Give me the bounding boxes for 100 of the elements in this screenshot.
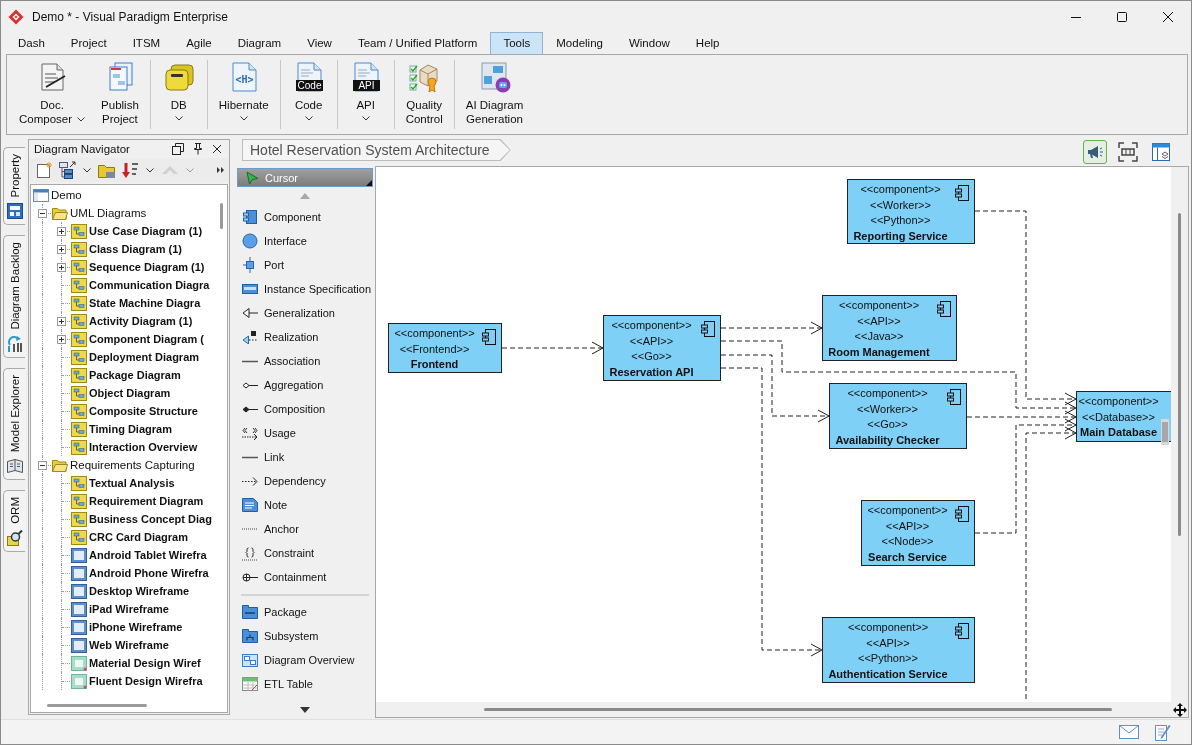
overflow-icon[interactable] bbox=[217, 167, 225, 173]
palette-tool[interactable]: Constraint bbox=[235, 541, 375, 565]
tree-item[interactable]: Object Diagram bbox=[89, 387, 171, 399]
palette-tool[interactable]: Link bbox=[235, 445, 375, 469]
side-tab[interactable]: ORM bbox=[3, 490, 25, 553]
expand-icon[interactable] bbox=[57, 335, 66, 344]
megaphone-icon[interactable] bbox=[1083, 140, 1107, 164]
collapse-icon[interactable] bbox=[38, 461, 47, 470]
tree-item[interactable]: Use Case Diagram (1) bbox=[89, 225, 203, 237]
ribbon-button[interactable]: DB bbox=[153, 58, 204, 131]
diagram-icon bbox=[71, 475, 87, 491]
tree-item[interactable]: Demo bbox=[51, 189, 82, 201]
menu-tab[interactable]: ITSM bbox=[119, 32, 174, 54]
palette-tool[interactable]: Aggregation bbox=[235, 373, 375, 397]
palette-tool[interactable]: Realization bbox=[235, 325, 375, 349]
grip-icon[interactable] bbox=[1161, 419, 1169, 445]
menu-tab[interactable]: View bbox=[294, 32, 345, 54]
palette-tool[interactable]: Diagram Overview bbox=[235, 648, 375, 672]
menu-tab[interactable]: Modeling bbox=[543, 32, 616, 54]
menu-tab[interactable]: Dash bbox=[5, 32, 58, 54]
new-page-icon[interactable] bbox=[35, 161, 53, 179]
hierarchy-icon[interactable] bbox=[58, 161, 76, 179]
ribbon-button[interactable]: Doc. Composer bbox=[11, 58, 94, 131]
tree-item[interactable]: Interaction Overview bbox=[89, 441, 198, 453]
menu-tab[interactable]: Agile bbox=[173, 32, 225, 54]
tree-item[interactable]: Fluent Design Wirefra bbox=[89, 675, 203, 687]
palette-tool[interactable]: Usage bbox=[235, 421, 375, 445]
tree-item[interactable]: Timing Diagram bbox=[89, 423, 172, 435]
palette-tool[interactable]: Generalization bbox=[235, 301, 375, 325]
sort-icon[interactable] bbox=[121, 161, 139, 179]
ribbon-button[interactable]: Quality Control bbox=[397, 58, 451, 131]
side-tab[interactable]: Diagram Backlog bbox=[3, 235, 25, 359]
side-tab[interactable]: Property bbox=[3, 147, 25, 226]
scrollbar-thumb[interactable] bbox=[1178, 213, 1181, 536]
palette-tool[interactable]: Component bbox=[235, 205, 375, 229]
expand-icon[interactable] bbox=[57, 245, 66, 254]
collapse-icon[interactable] bbox=[38, 209, 47, 218]
palette-tool[interactable]: Package bbox=[235, 600, 375, 624]
tree-item[interactable]: iPad Wireframe bbox=[89, 603, 169, 615]
move-icon[interactable] bbox=[1172, 702, 1187, 717]
side-tab[interactable]: Model Explorer bbox=[3, 368, 25, 481]
diagram-thumbnail-icon bbox=[242, 652, 258, 668]
tree-item[interactable]: Package Diagram bbox=[89, 369, 181, 381]
tree-item[interactable]: Sequence Diagram (1) bbox=[89, 261, 205, 273]
tree-item[interactable]: iPhone Wireframe bbox=[89, 621, 183, 633]
tree-item[interactable]: Requirements Capturing bbox=[70, 459, 195, 471]
tree-item[interactable]: UML Diagrams bbox=[70, 207, 147, 219]
palette-tool[interactable]: Subsystem bbox=[235, 624, 375, 648]
restore-icon[interactable] bbox=[172, 143, 184, 155]
expand-icon[interactable] bbox=[57, 317, 66, 326]
tree-item[interactable]: CRC Card Diagram bbox=[89, 531, 189, 543]
tree-item[interactable]: Composite Structure bbox=[89, 405, 198, 417]
tree-item[interactable]: Android Tablet Wirefra bbox=[89, 549, 207, 561]
layout-panel-icon[interactable] bbox=[1149, 140, 1173, 164]
tree-item[interactable]: Requirement Diagram bbox=[89, 495, 204, 507]
menu-tab[interactable]: Help bbox=[682, 32, 733, 54]
palette-tool[interactable]: Note bbox=[235, 493, 375, 517]
diagram-tab[interactable]: Hotel Reservation System Architecture bbox=[242, 139, 511, 161]
palette-tool[interactable]: Containment bbox=[235, 565, 375, 589]
edit-note-icon[interactable] bbox=[1155, 723, 1171, 741]
tree-item[interactable]: Activity Diagram (1) bbox=[89, 315, 193, 327]
tree-item[interactable]: Class Diagram (1) bbox=[89, 243, 182, 255]
palette-tool[interactable]: Dependency bbox=[235, 469, 375, 493]
tree-item[interactable]: Material Design Wiref bbox=[89, 657, 201, 669]
menu-tab[interactable]: Tools bbox=[490, 32, 544, 54]
scroll-down-icon[interactable] bbox=[300, 707, 310, 713]
tree-item[interactable]: Desktop Wireframe bbox=[89, 585, 190, 597]
tree-item[interactable]: Web Wireframe bbox=[89, 639, 169, 651]
tree-item[interactable]: Component Diagram ( bbox=[89, 333, 204, 345]
palette-tool[interactable]: Interface bbox=[235, 229, 375, 253]
pin-icon[interactable] bbox=[192, 143, 204, 155]
ribbon-button[interactable]: Publish Project bbox=[93, 58, 147, 131]
scrollbar-thumb[interactable] bbox=[484, 708, 1112, 711]
tree-item[interactable]: Android Phone Wirefra bbox=[89, 567, 209, 579]
expand-icon[interactable] bbox=[57, 263, 66, 272]
menu-tab[interactable]: Window bbox=[615, 32, 683, 54]
palette-tool[interactable]: Association bbox=[235, 349, 375, 373]
ribbon-button[interactable]: <H> Hibernate bbox=[210, 58, 277, 131]
ribbon-button[interactable]: AI Diagram Generation bbox=[457, 58, 532, 131]
tree-item[interactable]: State Machine Diagra bbox=[89, 297, 201, 309]
palette-tool[interactable]: Port bbox=[235, 253, 375, 277]
palette-tool[interactable]: Instance Specification bbox=[235, 277, 375, 301]
tree-item[interactable]: Business Concept Diag bbox=[89, 513, 212, 525]
palette-tool[interactable]: Composition bbox=[235, 397, 375, 421]
mail-icon[interactable] bbox=[1119, 725, 1139, 739]
tree-item[interactable]: Deployment Diagram bbox=[89, 351, 200, 363]
scrollbar-thumb[interactable] bbox=[219, 203, 223, 229]
ribbon-button[interactable]: Code Code bbox=[283, 58, 334, 131]
ribbon-button[interactable]: API API bbox=[340, 58, 391, 131]
menu-tab[interactable]: Diagram bbox=[224, 32, 295, 54]
fit-to-screen-icon[interactable] bbox=[1116, 140, 1140, 164]
tree-item[interactable]: Textual Analysis bbox=[89, 477, 175, 489]
tree-item[interactable]: Communication Diagra bbox=[89, 279, 210, 291]
palette-tool[interactable]: ETL Table bbox=[235, 672, 375, 696]
close-icon[interactable] bbox=[212, 144, 222, 154]
palette-tool[interactable]: Anchor bbox=[235, 517, 375, 541]
scrollbar-thumb[interactable] bbox=[47, 704, 147, 707]
expand-icon[interactable] bbox=[57, 227, 66, 236]
menu-tab[interactable]: Team / Unified Platform bbox=[344, 32, 491, 54]
menu-tab[interactable]: Project bbox=[57, 32, 120, 54]
